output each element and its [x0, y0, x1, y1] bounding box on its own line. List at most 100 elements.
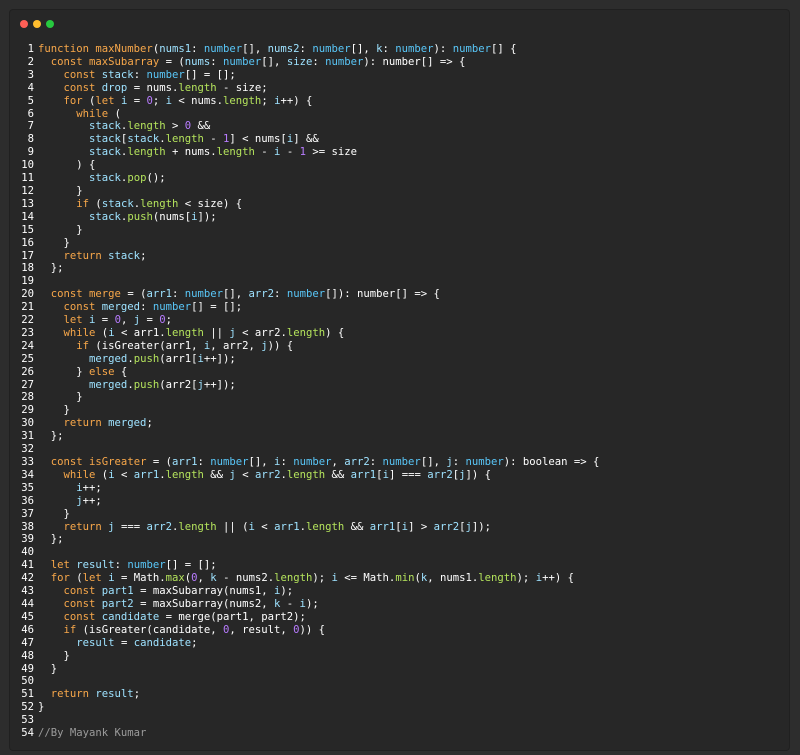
code-token: ;: [152, 94, 166, 107]
code-token: ;: [140, 249, 147, 262]
code-token: }: [38, 662, 58, 675]
code-token: const: [50, 55, 90, 68]
code-line: 16 }: [10, 237, 789, 250]
code-token: stack: [101, 197, 134, 210]
code-token: number: [293, 456, 332, 468]
code-text: while (i < arr1.length && j < arr2.lengt…: [34, 468, 492, 482]
code-token: );: [305, 597, 319, 610]
code-token: };: [38, 430, 64, 443]
maximize-dot[interactable]: [46, 20, 54, 28]
code-text: };: [34, 262, 64, 275]
code-text: //By Mayank Kumar: [34, 727, 146, 740]
code-token: length: [165, 468, 204, 481]
code-token: - nums2.: [216, 572, 275, 585]
code-token: arr1: [133, 468, 160, 481]
code-token: drop: [101, 81, 128, 94]
code-line: 34 while (i < arr1.length && j < arr2.le…: [10, 469, 789, 482]
code-token: =: [140, 314, 160, 327]
code-token: [],: [242, 43, 268, 55]
code-token: number: [203, 43, 243, 55]
code-token: number: [325, 55, 364, 68]
code-token: ++) {: [280, 94, 313, 107]
code-token: [] {: [490, 43, 517, 55]
code-token: =: [114, 636, 134, 649]
code-token: ++]);: [203, 378, 236, 391]
code-token: (arr2[: [159, 378, 198, 391]
code-token: number: [152, 301, 192, 314]
line-number: 8: [27, 133, 34, 146]
line-number: 4: [27, 81, 34, 94]
code-text: stack.length + nums.length - i - 1 >= si…: [34, 146, 357, 159]
code-line: 41 let result: number[] = [];: [10, 559, 789, 572]
code-token: arr2: [248, 288, 275, 301]
code-line: 15 }: [10, 224, 789, 237]
line-number: 16: [21, 236, 34, 249]
code-text: const merge = (arr1: number[], arr2: num…: [34, 288, 440, 301]
code-token: (arr1[: [159, 352, 198, 365]
code-token: =: [127, 94, 147, 107]
line-number: 30: [21, 417, 34, 430]
line-number: 39: [21, 533, 34, 546]
code-token: :: [452, 456, 466, 468]
code-token: ] >: [408, 520, 434, 533]
code-text: return stack;: [34, 249, 147, 263]
code-line: 29 }: [10, 404, 789, 417]
code-token: arr2: [427, 468, 453, 481]
code-token: maxNumber: [95, 43, 153, 55]
code-token: < arr2.: [235, 326, 287, 339]
code-text: } else {: [34, 366, 127, 379]
code-token: :: [210, 55, 224, 68]
code-token: arr1: [171, 456, 198, 468]
code-token: [],: [420, 456, 447, 468]
code-token: );: [280, 585, 294, 598]
code-token: = maxSubarray(nums1,: [133, 585, 275, 598]
code-token: [],: [248, 456, 275, 468]
line-number: 44: [21, 597, 34, 610]
code-token: merged: [108, 417, 147, 430]
code-token: [] = [];: [191, 301, 243, 314]
code-line: 14 stack.push(nums[i]);: [10, 211, 789, 224]
code-token: ;: [191, 636, 198, 649]
code-token: [] = [];: [184, 68, 236, 81]
code-token: candidate: [101, 610, 160, 623]
code-token: , result,: [229, 623, 294, 636]
code-line: 32: [10, 443, 789, 456]
code-token: -: [280, 146, 300, 159]
code-token: }: [38, 365, 90, 378]
code-token: = nums.: [127, 81, 179, 94]
code-token: merged: [89, 352, 128, 365]
code-text: const candidate = merge(part1, part2);: [34, 611, 306, 624]
minimize-dot[interactable]: [33, 20, 41, 28]
code-text: }: [34, 508, 70, 521]
code-token: ):: [433, 43, 453, 55]
line-number: 34: [21, 468, 34, 481]
code-token: length: [305, 520, 345, 533]
code-token: arr2: [433, 520, 460, 533]
code-token: length: [127, 120, 166, 133]
code-editor[interactable]: 1 function maxNumber(nums1: number[], num…: [10, 43, 789, 740]
code-token: push: [133, 378, 160, 391]
code-token: ++;: [82, 494, 102, 507]
code-line: 12 }: [10, 185, 789, 198]
close-dot[interactable]: [20, 20, 28, 28]
code-token: result: [76, 559, 115, 572]
code-token: <: [254, 520, 275, 533]
code-line: 44 const part2 = maxSubarray(nums2, k - …: [10, 598, 789, 611]
code-token: arr2: [146, 520, 172, 533]
code-text: ) {: [34, 159, 95, 172]
code-token: nums1: [159, 43, 192, 55]
code-token: ): boolean => {: [503, 456, 600, 468]
code-line: 30 return merged;: [10, 417, 789, 430]
code-token: >= size: [305, 146, 357, 159]
code-token: let: [50, 559, 77, 572]
code-token: length: [274, 572, 313, 585]
line-number: 35: [21, 481, 34, 494]
line-number: 18: [21, 262, 34, 275]
